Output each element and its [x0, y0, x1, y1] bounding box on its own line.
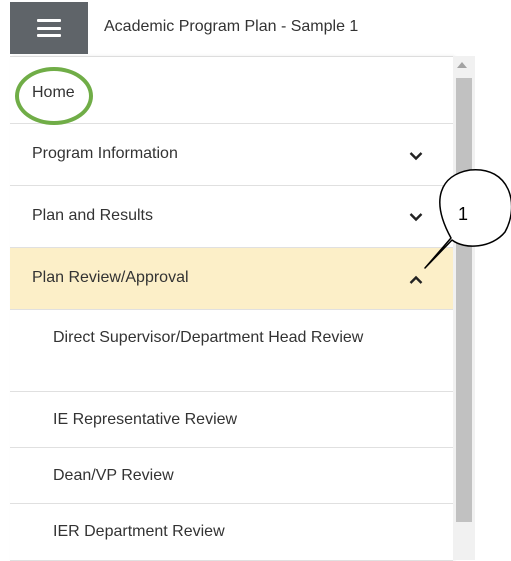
navigation-drawer: Home Program Information Plan and Result…: [10, 56, 453, 561]
chevron-up-icon[interactable]: [409, 275, 423, 285]
nav-item-plan-review-approval[interactable]: Plan Review/Approval: [10, 248, 453, 310]
subnav-item-dean-vp-review[interactable]: Dean/VP Review: [10, 448, 453, 504]
scroll-up-arrow-icon[interactable]: [457, 62, 467, 68]
chevron-down-icon[interactable]: [409, 151, 423, 161]
subnav-item-ie-representative-review[interactable]: IE Representative Review: [10, 392, 453, 448]
nav-item-label: Plan and Results: [32, 207, 153, 224]
nav-item-label: IE Representative Review: [53, 411, 238, 428]
chevron-down-icon[interactable]: [409, 212, 423, 222]
scrollbar-thumb[interactable]: [456, 78, 472, 522]
app-title: Academic Program Plan - Sample 1: [104, 18, 359, 35]
scrollbar[interactable]: [453, 56, 475, 560]
nav-item-label: Direct Supervisor/Department Head Review: [53, 329, 364, 346]
nav-item-plan-and-results[interactable]: Plan and Results: [10, 186, 453, 248]
top-bar: Academic Program Plan - Sample 1: [0, 0, 511, 56]
hamburger-menu-icon: [37, 19, 61, 37]
page-background: [475, 56, 511, 560]
subnav-item-ier-department-review[interactable]: IER Department Review: [10, 504, 453, 561]
nav-item-label: Program Information: [32, 145, 178, 162]
nav-item-program-information[interactable]: Program Information: [10, 124, 453, 186]
highlight-circle-annotation: [15, 67, 93, 125]
subnav-item-direct-supervisor-review[interactable]: Direct Supervisor/Department Head Review: [10, 310, 453, 392]
nav-item-label: IER Department Review: [53, 523, 225, 540]
callout-number: 1: [458, 204, 469, 224]
nav-item-label: Dean/VP Review: [53, 467, 174, 484]
nav-item-label: Plan Review/Approval: [32, 269, 189, 286]
hamburger-menu-button[interactable]: [10, 2, 88, 54]
